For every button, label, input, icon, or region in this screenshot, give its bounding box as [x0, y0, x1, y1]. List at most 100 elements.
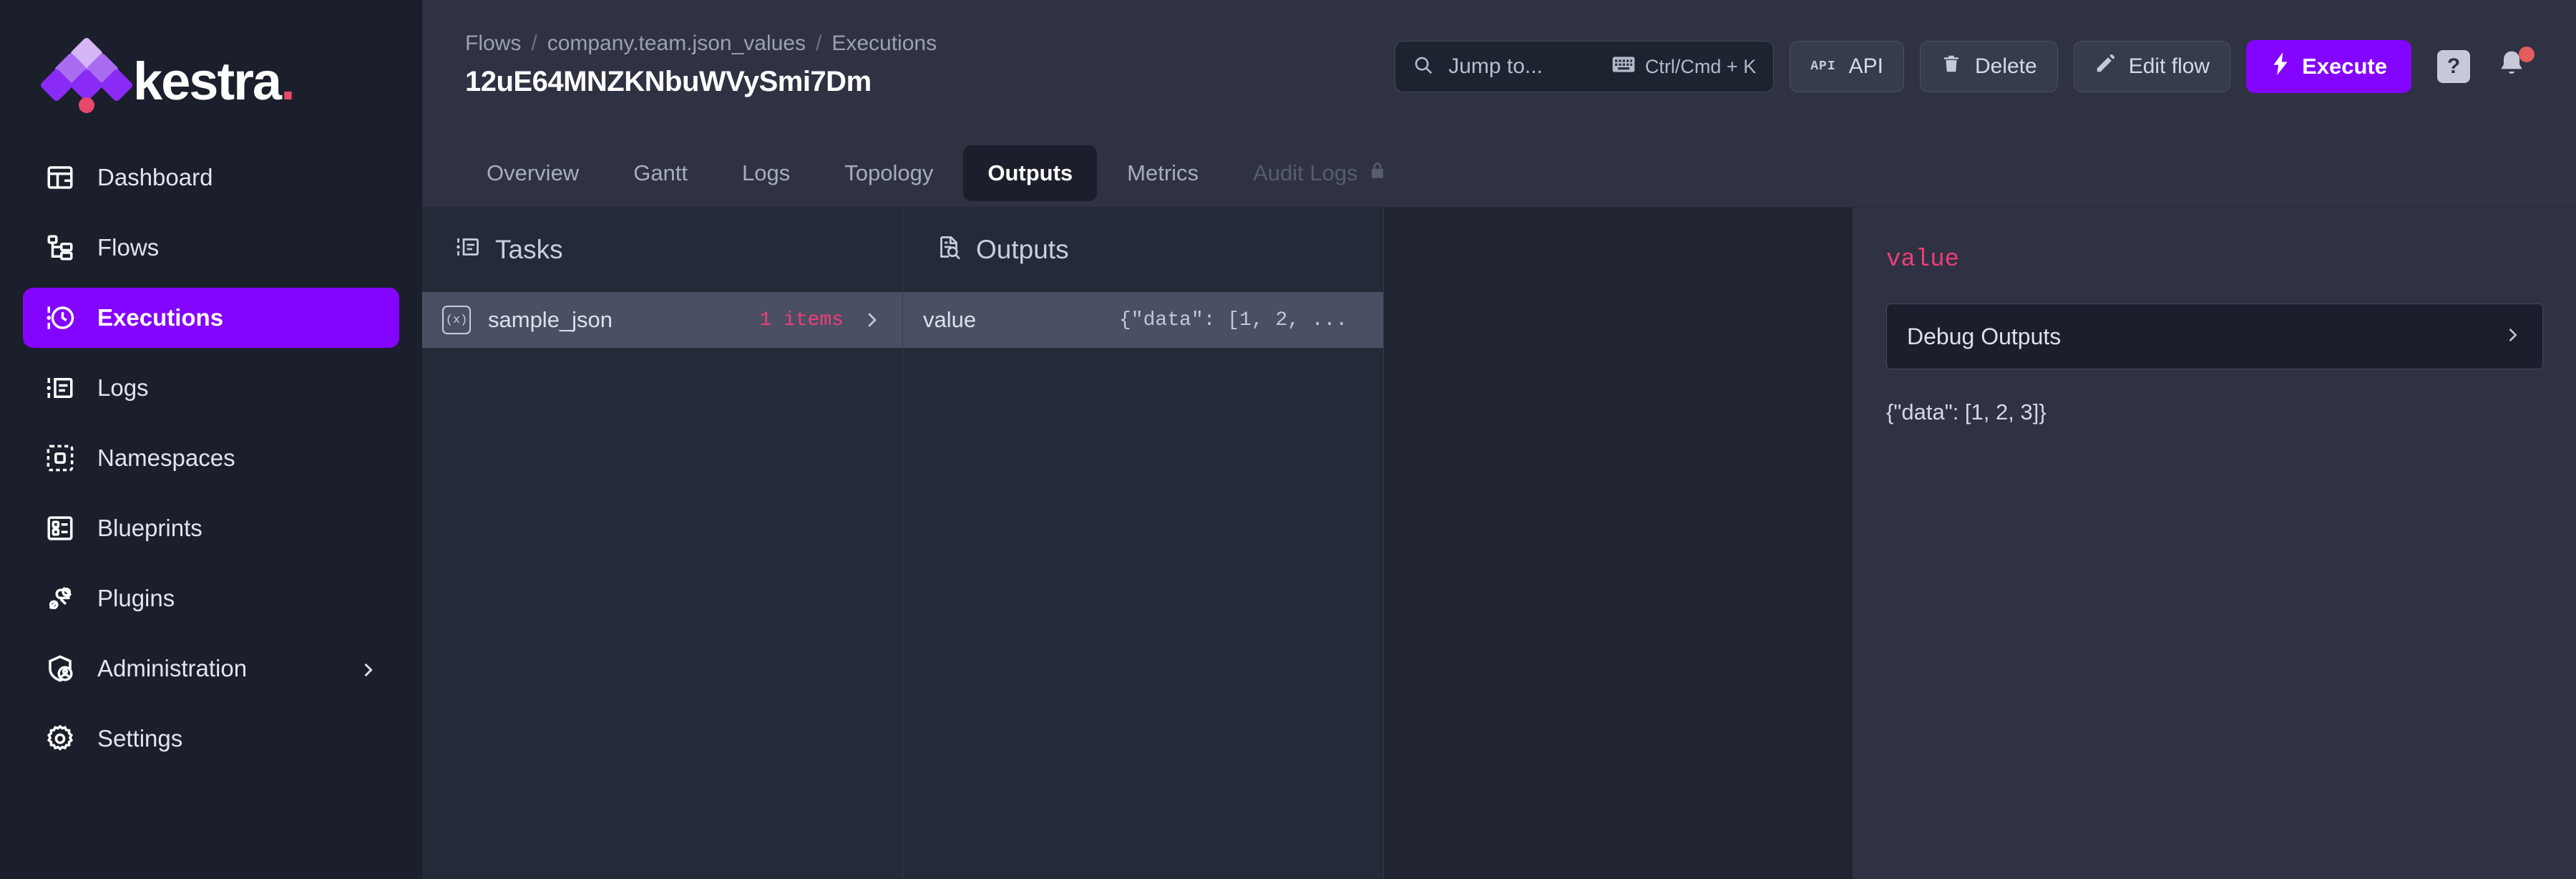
administration-icon — [44, 653, 76, 684]
breadcrumb-flow-id[interactable]: company.team.json_values — [547, 31, 806, 56]
output-row-value[interactable]: value {"data": [1, 2, ... — [903, 292, 1383, 348]
execute-button[interactable]: Execute — [2246, 40, 2411, 93]
settings-icon — [44, 723, 76, 754]
sidebar-item-label: Namespaces — [97, 445, 235, 471]
sidebar-item-label: Blueprints — [97, 515, 203, 541]
sidebar-item-label: Plugins — [97, 585, 175, 611]
detail-key-label: value — [1886, 246, 1960, 273]
detail-panel: value Debug Outputs {"data": [1, 2, 3]} — [1853, 208, 2576, 879]
tab-topology[interactable]: Topology — [820, 145, 957, 201]
sidebar-item-blueprints[interactable]: Blueprints — [23, 498, 399, 558]
debug-outputs-label: Debug Outputs — [1907, 323, 2062, 349]
breadcrumb-flows[interactable]: Flows — [465, 31, 521, 56]
delete-button[interactable]: Delete — [1919, 41, 2058, 92]
pencil-icon — [2094, 53, 2116, 80]
chevron-right-icon — [2502, 325, 2522, 349]
sidebar-item-label: Executions — [97, 304, 224, 331]
debug-outputs-toggle[interactable]: Debug Outputs — [1886, 303, 2543, 369]
edit-flow-button-label: Edit flow — [2128, 54, 2210, 78]
flows-icon — [44, 232, 76, 263]
api-icon: API — [1810, 59, 1836, 74]
sidebar-nav: Dashboard Flows Executions Logs Namespac… — [0, 147, 422, 769]
tasks-panel-title: Tasks — [495, 235, 563, 264]
header-actions: Jump to... Ctrl/Cmd + K API API Delete E… — [1395, 21, 2534, 93]
sidebar-item-label: Flows — [97, 234, 160, 261]
file-search-icon — [936, 234, 962, 266]
variable-icon: (x) — [442, 306, 471, 334]
notifications-button[interactable] — [2496, 47, 2534, 85]
sidebar-item-label: Administration — [97, 655, 248, 681]
lock-icon — [1368, 160, 1387, 186]
sidebar-item-dashboard[interactable]: Dashboard — [23, 147, 399, 208]
tab-bar: Overview Gantt Logs Topology Outputs Met… — [422, 139, 2576, 208]
help-icon: ? — [2446, 54, 2461, 78]
topbar: Flows / company.team.json_values / Execu… — [422, 0, 2576, 139]
keyboard-icon — [1612, 55, 1635, 79]
sidebar-item-settings[interactable]: Settings — [23, 709, 399, 769]
tab-audit-logs: Audit Logs — [1229, 145, 1411, 201]
edit-flow-button[interactable]: Edit flow — [2073, 41, 2231, 92]
delete-button-label: Delete — [1974, 54, 2037, 78]
tab-logs[interactable]: Logs — [718, 145, 814, 201]
content-columns: Tasks (x) sample_json 1 items Outputs va… — [422, 208, 2576, 879]
sidebar-item-namespaces[interactable]: Namespaces — [23, 428, 399, 488]
brand-logo[interactable]: kestra. — [0, 0, 422, 147]
notification-badge — [2519, 47, 2534, 62]
page-title: 12uE64MNZKNbuWVySmi7Dm — [465, 66, 872, 97]
kestra-diamond-icon — [39, 36, 135, 113]
executions-icon — [44, 302, 76, 334]
tab-outputs[interactable]: Outputs — [963, 145, 1098, 201]
sidebar-item-label: Dashboard — [97, 164, 213, 190]
tasks-icon — [455, 234, 481, 266]
sidebar-item-plugins[interactable]: Plugins — [23, 568, 399, 628]
outputs-panel: Outputs value {"data": [1, 2, ... — [903, 208, 1384, 879]
lightning-icon — [2270, 52, 2290, 81]
task-name: sample_json — [488, 307, 613, 332]
tasks-panel: Tasks (x) sample_json 1 items — [422, 208, 903, 879]
chevron-right-icon — [861, 309, 882, 331]
tab-gantt[interactable]: Gantt — [609, 145, 712, 201]
plugins-icon — [44, 583, 76, 614]
tab-overview[interactable]: Overview — [462, 145, 603, 201]
blueprints-icon — [44, 513, 76, 544]
sidebar-item-label: Logs — [97, 374, 149, 401]
chevron-right-icon — [358, 659, 378, 679]
api-button-label: API — [1848, 54, 1883, 78]
trash-icon — [1941, 53, 1962, 80]
bell-icon — [2496, 51, 2527, 82]
sidebar-item-logs[interactable]: Logs — [23, 358, 399, 418]
search-input[interactable]: Jump to... Ctrl/Cmd + K — [1395, 41, 1775, 92]
app-root: kestra. Dashboard Flows Executions Logs … — [0, 0, 2576, 879]
sidebar-item-administration[interactable]: Administration — [23, 638, 399, 699]
help-button[interactable]: ? — [2437, 50, 2470, 83]
dashboard-icon — [44, 162, 76, 193]
search-shortcut-hint: Ctrl/Cmd + K — [1612, 55, 1756, 79]
brand-name: kestra. — [133, 52, 296, 112]
logs-icon — [44, 372, 76, 404]
detail-value: {"data": [1, 2, 3]} — [1886, 399, 2046, 424]
search-icon — [1413, 54, 1434, 79]
task-row-sample-json[interactable]: (x) sample_json 1 items — [422, 292, 902, 348]
sidebar: kestra. Dashboard Flows Executions Logs … — [0, 0, 422, 879]
sidebar-item-label: Settings — [97, 725, 183, 752]
sidebar-item-flows[interactable]: Flows — [23, 218, 399, 278]
tab-metrics[interactable]: Metrics — [1103, 145, 1223, 201]
breadcrumb-separator: / — [531, 31, 537, 55]
breadcrumb-executions[interactable]: Executions — [831, 31, 937, 56]
task-item-count: 1 items — [759, 309, 844, 331]
tasks-panel-header: Tasks — [422, 208, 902, 292]
breadcrumb: Flows / company.team.json_values / Execu… — [465, 31, 937, 56]
output-key: value — [923, 307, 977, 332]
output-preview: {"data": [1, 2, ... — [1119, 309, 1348, 331]
outputs-panel-title: Outputs — [976, 235, 1069, 264]
empty-middle-panel — [1384, 208, 1853, 879]
search-placeholder: Jump to... — [1448, 54, 1543, 78]
sidebar-item-executions[interactable]: Executions — [23, 288, 399, 348]
execute-button-label: Execute — [2302, 54, 2387, 79]
api-button[interactable]: API API — [1790, 41, 1904, 92]
main-area: Flows / company.team.json_values / Execu… — [422, 0, 2576, 879]
breadcrumb-separator: / — [816, 31, 822, 55]
header-left: Flows / company.team.json_values / Execu… — [465, 21, 937, 98]
namespaces-icon — [44, 442, 76, 474]
outputs-panel-header: Outputs — [903, 208, 1383, 292]
